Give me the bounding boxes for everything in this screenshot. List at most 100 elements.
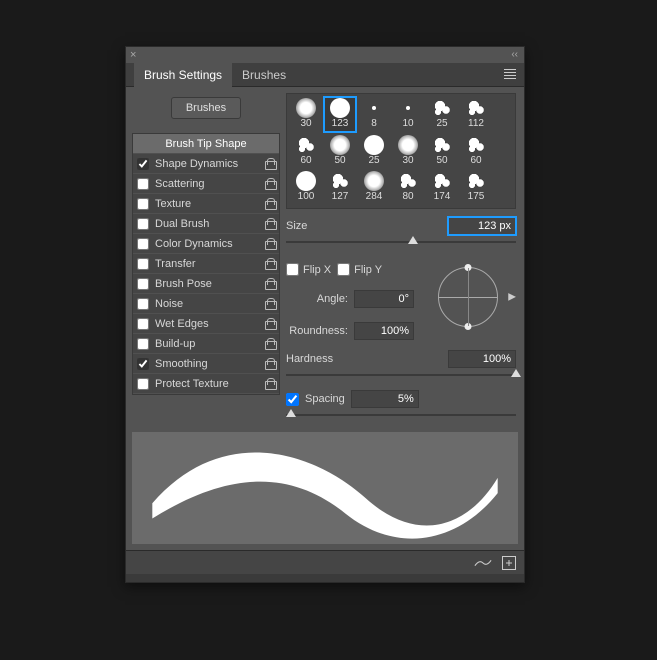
brush-size-label: 175 — [468, 191, 485, 202]
option-checkbox[interactable] — [137, 298, 149, 310]
option-texture[interactable]: Texture — [133, 194, 279, 214]
lock-icon[interactable] — [265, 318, 275, 330]
angle-label: Angle: — [286, 293, 348, 305]
lock-icon[interactable] — [265, 278, 275, 290]
brush-thumb[interactable]: 112 — [459, 96, 493, 133]
spacing-input[interactable] — [351, 390, 419, 408]
hardness-input[interactable] — [448, 350, 516, 368]
panel-menu-icon[interactable] — [504, 69, 516, 79]
angle-input[interactable] — [354, 290, 414, 308]
lock-icon[interactable] — [265, 378, 275, 390]
option-label: Shape Dynamics — [155, 158, 259, 170]
option-protect-texture[interactable]: Protect Texture — [133, 374, 279, 394]
option-checkbox[interactable] — [137, 178, 149, 190]
angle-dial[interactable] — [438, 267, 498, 327]
lock-icon[interactable] — [265, 258, 275, 270]
brush-thumb[interactable]: 30 — [391, 133, 425, 170]
brush-thumb[interactable]: 8 — [357, 96, 391, 133]
lock-icon[interactable] — [265, 358, 275, 370]
brush-size-label: 30 — [402, 155, 413, 166]
brush-size-label: 112 — [468, 118, 484, 129]
lock-icon[interactable] — [265, 338, 275, 350]
size-slider-thumb[interactable] — [408, 236, 418, 244]
option-color-dynamics[interactable]: Color Dynamics — [133, 234, 279, 254]
brush-swatch-icon — [330, 98, 350, 118]
option-transfer[interactable]: Transfer — [133, 254, 279, 274]
brush-swatch-icon — [398, 135, 418, 155]
brush-swatch-icon — [406, 106, 410, 110]
option-checkbox[interactable] — [137, 158, 149, 170]
spacing-slider-thumb[interactable] — [286, 409, 296, 417]
option-brush-pose[interactable]: Brush Pose — [133, 274, 279, 294]
option-shape-dynamics[interactable]: Shape Dynamics — [133, 154, 279, 174]
brush-thumb[interactable]: 174 — [425, 169, 459, 206]
lock-icon[interactable] — [265, 178, 275, 190]
lock-icon[interactable] — [265, 298, 275, 310]
option-noise[interactable]: Noise — [133, 294, 279, 314]
flip-x-checkbox[interactable]: Flip X — [286, 263, 331, 276]
brush-thumb[interactable]: 123 — [323, 96, 357, 133]
spacing-checkbox[interactable] — [286, 393, 299, 406]
brush-thumbnail-grid[interactable]: 3012381025112605025305060100127284801741… — [286, 93, 516, 209]
hardness-slider[interactable] — [286, 370, 516, 380]
option-label: Transfer — [155, 258, 259, 270]
brush-thumb[interactable]: 30 — [289, 96, 323, 133]
panel-titlebar[interactable]: × ‹‹ — [126, 47, 524, 63]
brush-thumb[interactable]: 25 — [425, 96, 459, 133]
option-wet-edges[interactable]: Wet Edges — [133, 314, 279, 334]
option-checkbox[interactable] — [137, 338, 149, 350]
brush-thumb[interactable]: 50 — [425, 133, 459, 170]
brush-thumb[interactable]: 80 — [391, 169, 425, 206]
brush-size-label: 25 — [436, 118, 447, 129]
spacing-slider[interactable] — [286, 410, 516, 420]
hardness-slider-thumb[interactable] — [511, 369, 521, 377]
brush-swatch-icon — [364, 135, 384, 155]
lock-icon[interactable] — [265, 218, 275, 230]
brush-thumb[interactable]: 284 — [357, 169, 391, 206]
tab-brushes[interactable]: Brushes — [232, 63, 296, 87]
flip-y-checkbox[interactable]: Flip Y — [337, 263, 382, 276]
option-label: Build-up — [155, 338, 259, 350]
option-build-up[interactable]: Build-up — [133, 334, 279, 354]
brush-thumb[interactable]: 10 — [391, 96, 425, 133]
option-smoothing[interactable]: Smoothing — [133, 354, 279, 374]
option-label: Texture — [155, 198, 259, 210]
option-checkbox[interactable] — [137, 198, 149, 210]
brush-thumb[interactable]: 60 — [289, 133, 323, 170]
size-slider[interactable] — [286, 237, 516, 247]
brushes-button[interactable]: Brushes — [171, 97, 241, 119]
option-label: Protect Texture — [155, 378, 259, 390]
brush-swatch-icon — [364, 171, 384, 191]
brush-thumb[interactable]: 25 — [357, 133, 391, 170]
option-checkbox[interactable] — [137, 278, 149, 290]
lock-icon[interactable] — [265, 158, 275, 170]
brush-settings-panel: × ‹‹ Brush Settings Brushes Brushes Brus… — [125, 46, 525, 583]
roundness-input[interactable] — [354, 322, 414, 340]
brush-swatch-icon — [466, 135, 486, 155]
collapse-icon[interactable]: ‹‹ — [511, 49, 518, 60]
brush-thumb[interactable]: 175 — [459, 169, 493, 206]
tab-brush-settings[interactable]: Brush Settings — [134, 63, 232, 87]
option-checkbox[interactable] — [137, 358, 149, 370]
option-checkbox[interactable] — [137, 258, 149, 270]
brush-tip-shape-header[interactable]: Brush Tip Shape — [133, 134, 279, 154]
brush-thumb[interactable]: 100 — [289, 169, 323, 206]
brush-swatch-icon — [372, 106, 376, 110]
brush-size-label: 100 — [298, 191, 315, 202]
option-checkbox[interactable] — [137, 218, 149, 230]
option-checkbox[interactable] — [137, 238, 149, 250]
brush-thumb[interactable]: 127 — [323, 169, 357, 206]
option-label: Noise — [155, 298, 259, 310]
lock-icon[interactable] — [265, 238, 275, 250]
option-checkbox[interactable] — [137, 318, 149, 330]
lock-icon[interactable] — [265, 198, 275, 210]
new-preset-icon[interactable] — [502, 556, 516, 570]
close-icon[interactable]: × — [130, 49, 136, 61]
brush-thumb[interactable]: 60 — [459, 133, 493, 170]
brush-thumb[interactable]: 50 — [323, 133, 357, 170]
option-scattering[interactable]: Scattering — [133, 174, 279, 194]
size-input[interactable] — [448, 217, 516, 235]
toggle-preview-icon[interactable] — [474, 558, 492, 568]
option-dual-brush[interactable]: Dual Brush — [133, 214, 279, 234]
option-checkbox[interactable] — [137, 378, 149, 390]
